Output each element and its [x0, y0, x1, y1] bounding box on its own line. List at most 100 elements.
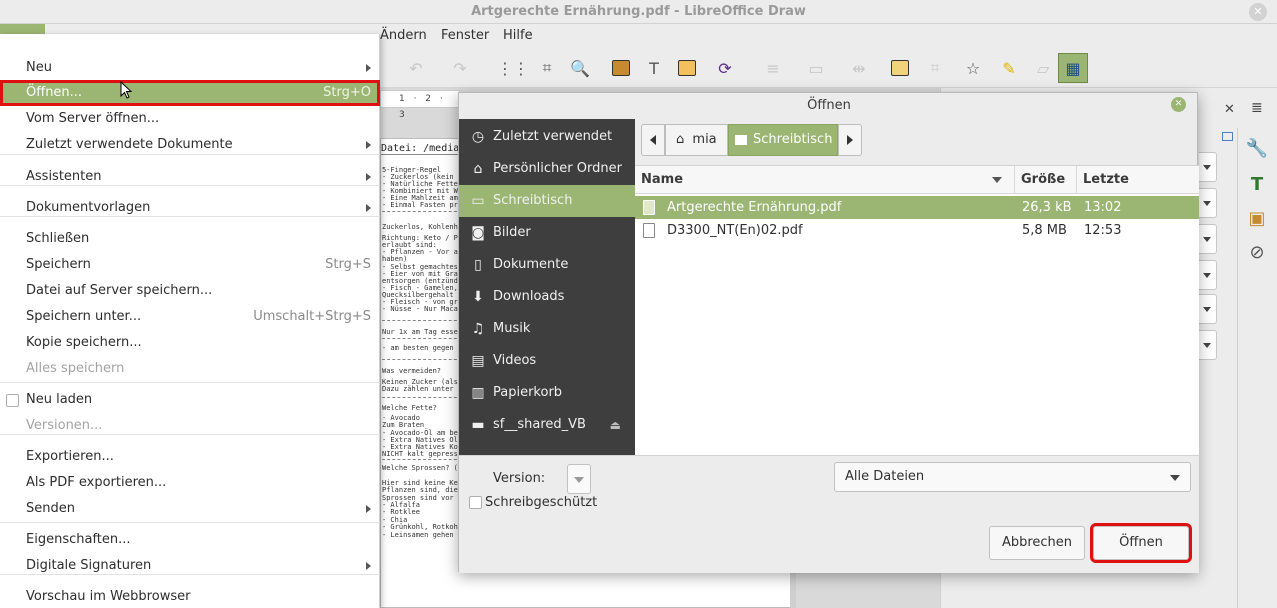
path-forward-button[interactable]: [838, 124, 862, 156]
menu-item-label: Neu laden: [26, 392, 93, 407]
file-modified: 12:53: [1084, 223, 1122, 238]
menu-item-als-pdf-exportieren[interactable]: Als PDF exportieren...: [0, 470, 380, 496]
menu-item-label: Alles speichern: [26, 361, 125, 376]
file-row[interactable]: Artgerechte Ernährung.pdf 26,3 kB 13:02: [635, 196, 1199, 219]
sidebar-field-5[interactable]: [1199, 294, 1217, 324]
menu-item-neu-laden[interactable]: Neu laden: [0, 387, 380, 413]
window-title: Artgerechte Ernährung.pdf - LibreOffice …: [471, 4, 806, 19]
path-back-button[interactable]: [641, 124, 665, 156]
menu-item-label: Speichern unter...: [26, 309, 142, 324]
version-dropdown[interactable]: [567, 464, 591, 494]
file-list: Name Größe Letzte Änderung Artgerechte E…: [635, 165, 1199, 455]
place-item[interactable]: ⬇ Downloads: [459, 281, 635, 313]
place-label: Schreibtisch: [493, 193, 573, 208]
file-row[interactable]: D3300_NT(En)02.pdf 5,8 MB 12:53: [635, 219, 1199, 242]
readonly-checkbox[interactable]: [469, 496, 482, 509]
toggle-extrusion-icon[interactable]: ▱: [1030, 55, 1056, 81]
menu-item-exportieren[interactable]: Exportieren...: [0, 444, 380, 470]
file-menu: Neu Öffnen... Strg+O Vom Server öffnen... Zu…: [0, 34, 380, 608]
menu-item-datei-auf-server-speichern[interactable]: Datei auf Server speichern...: [0, 278, 380, 304]
textbox-icon[interactable]: T: [641, 55, 667, 81]
helplines-icon[interactable]: ⌗: [534, 55, 560, 81]
place-item[interactable]: ◷ Zuletzt verwendet: [459, 121, 635, 153]
shadow-icon[interactable]: [887, 55, 913, 81]
menu-fenster[interactable]: Fenster: [441, 24, 489, 48]
recent-icon: ◷: [471, 129, 485, 145]
place-item[interactable]: ▤ Videos: [459, 345, 635, 377]
menu-item-label: Senden: [26, 501, 75, 516]
sidebar-expand-icon[interactable]: [1222, 132, 1233, 141]
column-header-name[interactable]: Name: [635, 166, 1015, 194]
document-line: - Nüsse - Nur Macad: [382, 305, 463, 313]
menu-item-digitale-signaturen[interactable]: Digitale Signaturen: [0, 553, 380, 579]
menu-item-dokumentvorlagen[interactable]: Dokumentvorlagen: [0, 195, 380, 221]
menu-item-vom-server-oeffnen[interactable]: Vom Server öffnen...: [0, 106, 380, 132]
properties-wrench-icon[interactable]: 🔧: [1243, 134, 1271, 162]
arrange-icon[interactable]: ▭: [803, 55, 829, 81]
menu-item-senden[interactable]: Senden: [0, 496, 380, 522]
navigator-icon[interactable]: ⊘: [1243, 238, 1271, 266]
zoom-icon[interactable]: 🔍: [567, 55, 593, 81]
menu-item-kopie-speichern[interactable]: Kopie speichern...: [0, 330, 380, 356]
sidebar-field-3[interactable]: [1199, 224, 1217, 254]
path-segment-desktop[interactable]: Schreibtisch: [728, 124, 838, 156]
show-draw-functions-icon[interactable]: ▦: [1058, 53, 1088, 83]
menu-item-vorschau-im-webbrowser[interactable]: Vorschau im Webbrowser: [0, 584, 380, 608]
place-item[interactable]: ◙ Bilder: [459, 217, 635, 249]
points-icon[interactable]: ☆: [960, 55, 986, 81]
sidebar-menu-icon[interactable]: ≣: [1251, 100, 1263, 116]
menu-item-eigenschaften[interactable]: Eigenschaften...: [0, 527, 380, 553]
filter-dropdown[interactable]: Alle Dateien: [834, 462, 1191, 492]
place-item[interactable]: ▭ Schreibtisch: [459, 185, 635, 217]
path-segment-home[interactable]: ⌂ mia: [665, 124, 728, 156]
eject-icon[interactable]: ⏏: [610, 409, 621, 441]
place-item[interactable]: ♫ Musik: [459, 313, 635, 345]
window-close-button[interactable]: ✕: [1249, 3, 1267, 21]
menu-item-schliessen[interactable]: Schließen: [0, 226, 380, 252]
place-label: Papierkorb: [493, 385, 563, 400]
place-item[interactable]: ⌂ Persönlicher Ordner: [459, 153, 635, 185]
cancel-button[interactable]: Abbrechen: [989, 526, 1085, 560]
menu-item-speichern-unter[interactable]: Speichern unter... Umschalt+Strg+S: [0, 304, 380, 330]
place-label: Videos: [493, 353, 537, 368]
menu-item-assistenten[interactable]: Assistenten: [0, 164, 380, 190]
column-size-label: Größe: [1021, 172, 1066, 187]
rotate-icon[interactable]: ⟳: [712, 55, 738, 81]
styles-icon[interactable]: T: [1243, 170, 1271, 198]
glue-icon[interactable]: ✎: [996, 55, 1022, 81]
distribute-icon[interactable]: ⇹: [846, 55, 872, 81]
place-item[interactable]: ▯ Dokumente: [459, 249, 635, 281]
gallery-icon[interactable]: ▣: [1243, 204, 1271, 232]
folder-icon: [735, 134, 747, 145]
dialog-close-button[interactable]: ✕: [1171, 97, 1186, 112]
crop-icon[interactable]: ⌗: [922, 55, 948, 81]
sidebar-close-icon[interactable]: ✕: [1224, 102, 1235, 117]
place-item[interactable]: ▥ Papierkorb: [459, 377, 635, 409]
checkbox-icon[interactable]: [6, 394, 19, 407]
document-separator: [382, 359, 462, 360]
open-button[interactable]: Öffnen: [1090, 523, 1192, 563]
document-line: haben): [382, 255, 408, 263]
menu-item-oeffnen[interactable]: Öffnen... Strg+O: [0, 80, 380, 106]
sidebar-field-1[interactable]: [1199, 152, 1217, 182]
column-header-modified[interactable]: Letzte Änderung: [1077, 166, 1199, 215]
sidebar-field-6[interactable]: [1199, 330, 1217, 360]
image-icon[interactable]: [608, 55, 634, 81]
menu-hilfe[interactable]: Hilfe: [503, 24, 533, 48]
sidebar-field-2[interactable]: [1199, 188, 1217, 218]
redo-icon[interactable]: ↷: [447, 55, 473, 81]
undo-icon[interactable]: ↶: [403, 55, 429, 81]
sidebar-field-4[interactable]: [1199, 260, 1217, 290]
place-item[interactable]: ▬ sf__shared_VB ⏏: [459, 409, 635, 441]
menu-item-neu[interactable]: Neu: [0, 55, 380, 81]
window-titlebar: Artgerechte Ernährung.pdf - LibreOffice …: [0, 0, 1277, 24]
fontwork-icon[interactable]: [674, 55, 700, 81]
align-icon[interactable]: ≡: [760, 55, 786, 81]
menu-item-speichern[interactable]: Speichern Strg+S: [0, 252, 380, 278]
mouse-cursor-icon: [120, 81, 133, 99]
place-label: sf__shared_VB: [493, 417, 586, 432]
menu-aendern[interactable]: Ändern: [380, 24, 427, 48]
grid-icon[interactable]: ⋮⋮: [497, 55, 529, 81]
menu-separator: [0, 522, 380, 523]
column-header-size[interactable]: Größe: [1015, 166, 1077, 194]
